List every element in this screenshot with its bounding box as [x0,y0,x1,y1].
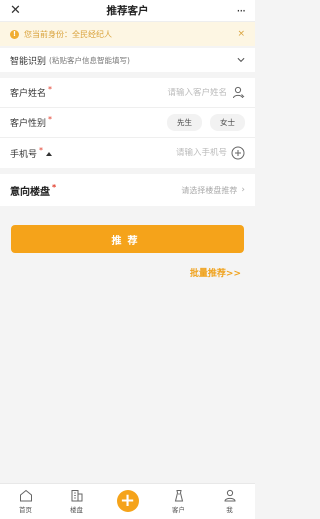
phone-row: 手机号 * [0,138,255,168]
notice-close-icon[interactable]: × [237,29,245,39]
building-icon [71,490,82,502]
tab-add[interactable]: + [108,489,148,512]
phone-label-text: 手机号 [10,149,38,160]
gender-label-text: 客户性别 [10,119,47,129]
tab-me-label: 我 [226,506,233,514]
tab-building-label: 楼盘 [70,506,83,514]
smart-recognition-hint: (粘贴客户信息智能填写) [49,55,130,65]
identity-notice: ! 您当前身份：全民经纪人 × [0,22,255,46]
notice-text: 您当前身份：全民经纪人 [24,29,112,39]
customer-form: 客户姓名 * 客户性别 * 先生 女士 手机号 * [0,78,255,168]
user-icon [223,489,236,502]
submit-button[interactable]: 推荐 [11,225,244,253]
tab-customer-label: 客户 [172,506,185,514]
tab-home-label: 首页 [19,506,32,514]
more-icon[interactable]: ··· [229,4,246,18]
home-icon [19,489,32,502]
property-label: 意向楼盘 * [10,183,90,198]
contact-person-icon[interactable] [231,86,245,100]
phone-label: 手机号 * [10,145,80,160]
gender-row: 客户性别 * 先生 女士 [0,108,255,138]
property-select[interactable]: 请选择楼盘推荐 [90,185,237,196]
tab-customer[interactable]: 客户 [159,489,199,514]
tab-building[interactable]: 楼盘 [57,489,97,514]
tab-me[interactable]: 我 [210,489,250,514]
chevron-down-icon[interactable] [237,56,245,64]
gender-label: 客户性别 * [10,115,80,129]
triangle-icon[interactable] [46,152,53,156]
nav-bar: ✕ 推荐客户 ··· [0,0,255,22]
name-input[interactable] [80,87,227,98]
property-row[interactable]: 意向楼盘 * 请选择楼盘推荐 › [0,174,255,206]
property-label-text: 意向楼盘 [10,186,50,198]
property-card: 意向楼盘 * 请选择楼盘推荐 › [0,174,255,206]
required-mark: * [39,145,44,155]
warning-icon: ! [10,29,19,39]
chevron-right-icon[interactable]: › [241,185,245,195]
phone-input[interactable] [80,148,227,158]
gender-options: 先生 女士 [80,114,245,131]
tab-bar: 首页 楼盘 + 客户 我 [0,483,255,519]
page-title: 推荐客户 [106,5,149,17]
required-mark: * [52,182,57,192]
tab-home[interactable]: 首页 [6,489,46,514]
name-row: 客户姓名 * [0,78,255,108]
required-mark: * [48,115,53,124]
smart-recognition-label: 智能识别 [10,56,47,67]
name-label: 客户姓名 * [10,85,80,99]
batch-recommend-link[interactable]: 批量推荐>> [0,266,255,279]
required-mark: * [48,85,53,94]
customer-icon [174,490,183,502]
smart-recognition-row[interactable]: 智能识别 (粘贴客户信息智能填写) [0,48,255,72]
gender-option-male[interactable]: 先生 [167,114,202,131]
plus-icon[interactable]: + [116,489,139,512]
add-phone-icon[interactable] [231,146,245,160]
close-icon[interactable]: ✕ [10,3,26,18]
name-label-text: 客户姓名 [10,89,47,99]
gender-option-female[interactable]: 女士 [210,114,245,131]
